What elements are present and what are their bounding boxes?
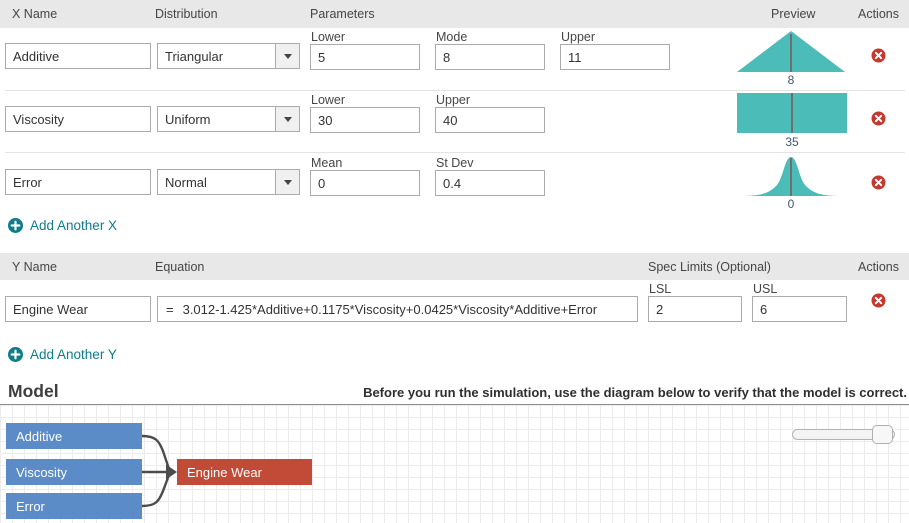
actions-header: Actions — [858, 0, 899, 28]
param-label: Lower — [311, 30, 345, 44]
param-input[interactable] — [310, 44, 420, 70]
distribution-select[interactable]: Normal — [157, 169, 300, 195]
equation-header: Equation — [155, 253, 204, 280]
normal-distribution-preview — [740, 154, 842, 202]
usl-label: USL — [753, 282, 777, 296]
chevron-down-icon[interactable] — [275, 107, 299, 131]
preview-mean-value: 0 — [740, 197, 842, 211]
add-another-x-label: Add Another X — [30, 218, 117, 233]
row-separator — [5, 90, 905, 91]
delete-row-icon[interactable] — [871, 48, 886, 63]
param-input[interactable] — [435, 44, 545, 70]
delete-row-icon[interactable] — [871, 175, 886, 190]
delete-row-icon[interactable] — [871, 111, 886, 126]
x-name-input[interactable] — [5, 169, 151, 195]
row-separator — [5, 152, 905, 153]
param-label: Upper — [561, 30, 595, 44]
uniform-distribution-preview — [737, 93, 847, 138]
actions-header: Actions — [858, 253, 899, 280]
spec-limits-header: Spec Limits (Optional) — [648, 253, 771, 280]
distribution-select[interactable]: Triangular — [157, 43, 300, 69]
simulation-setup-page: X Name Distribution Parameters Preview A… — [0, 0, 909, 523]
x-name-input[interactable] — [5, 43, 151, 69]
preview-mean-value: 35 — [737, 135, 847, 149]
chevron-down-icon[interactable] — [275, 44, 299, 68]
model-node-viscosity[interactable]: Viscosity — [6, 459, 142, 485]
distribution-selected-value: Normal — [158, 175, 275, 190]
param-input[interactable] — [435, 107, 545, 133]
equals-sign: = — [166, 302, 174, 317]
x-table-header: X Name Distribution Parameters Preview A… — [0, 0, 909, 28]
chevron-down-icon[interactable] — [275, 170, 299, 194]
distribution-select[interactable]: Uniform — [157, 106, 300, 132]
plus-circle-icon — [8, 347, 23, 362]
equation-input[interactable]: = 3.012-1.425*Additive+0.1175*Viscosity+… — [157, 296, 638, 322]
param-label: Upper — [436, 93, 470, 107]
equation-text: 3.012-1.425*Additive+0.1175*Viscosity+0.… — [183, 302, 597, 317]
preview-mode-value: 8 — [737, 73, 845, 87]
param-input[interactable] — [435, 170, 545, 196]
lsl-label: LSL — [649, 282, 671, 296]
distribution-header: Distribution — [155, 0, 218, 28]
x-name-header: X Name — [12, 0, 57, 28]
usl-input[interactable] — [752, 296, 847, 322]
model-node-error[interactable]: Error — [6, 493, 142, 519]
param-input[interactable] — [560, 44, 670, 70]
model-section-title: Model — [8, 381, 59, 402]
triangular-distribution-preview — [737, 31, 845, 77]
add-another-y-label: Add Another Y — [30, 347, 117, 362]
add-another-x-button[interactable]: Add Another X — [8, 218, 117, 233]
param-label: St Dev — [436, 156, 474, 170]
add-another-y-button[interactable]: Add Another Y — [8, 347, 117, 362]
param-label: Lower — [311, 93, 345, 107]
param-input[interactable] — [310, 170, 420, 196]
param-label: Mode — [436, 30, 467, 44]
param-label: Mean — [311, 156, 342, 170]
model-node-engine-wear[interactable]: Engine Wear — [177, 459, 312, 485]
distribution-selected-value: Uniform — [158, 112, 275, 127]
lsl-input[interactable] — [648, 296, 742, 322]
y-name-header: Y Name — [12, 253, 57, 280]
param-input[interactable] — [310, 107, 420, 133]
model-node-additive[interactable]: Additive — [6, 423, 142, 449]
y-name-input[interactable] — [5, 296, 151, 322]
distribution-selected-value: Triangular — [158, 49, 275, 64]
parameters-header: Parameters — [310, 0, 375, 28]
model-instruction-text: Before you run the simulation, use the d… — [363, 385, 907, 400]
y-table-header: Y Name Equation Spec Limits (Optional) A… — [0, 253, 909, 280]
x-name-input[interactable] — [5, 106, 151, 132]
preview-header: Preview — [771, 0, 815, 28]
plus-circle-icon — [8, 218, 23, 233]
diagram-zoom-slider-handle[interactable] — [872, 425, 893, 444]
delete-row-icon[interactable] — [871, 293, 886, 308]
